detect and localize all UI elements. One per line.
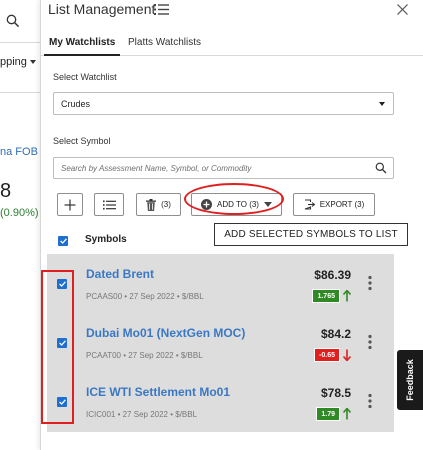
active-tab-indicator bbox=[44, 54, 120, 56]
arrow-up-icon bbox=[343, 290, 351, 302]
symbol-code: PCAAT00 bbox=[86, 351, 121, 360]
row-checkbox[interactable] bbox=[57, 397, 67, 407]
select-all-checkbox[interactable] bbox=[58, 236, 68, 246]
list-icon bbox=[102, 200, 116, 209]
tab-my-watchlists[interactable]: My Watchlists bbox=[49, 37, 115, 48]
feedback-tab[interactable]: Feedback bbox=[397, 350, 423, 410]
export-icon bbox=[304, 199, 315, 210]
symbol-code: PCAAS00 bbox=[86, 292, 123, 301]
price-change-badge: 1.79 bbox=[316, 407, 340, 421]
price-change-badge: 1.765 bbox=[312, 289, 340, 303]
fob-link[interactable]: na FOB I bbox=[0, 146, 40, 158]
shipping-dropdown[interactable]: pping bbox=[0, 56, 36, 68]
select-symbol-label: Select Symbol bbox=[53, 136, 111, 146]
add-to-button[interactable]: ADD TO (3) bbox=[191, 193, 282, 216]
symbol-search-input[interactable] bbox=[61, 161, 361, 175]
add-to-tooltip: ADD SELECTED SYMBOLS TO LIST bbox=[214, 223, 408, 246]
watchlist-select-value: Crudes bbox=[61, 99, 91, 109]
more-options-icon[interactable] bbox=[367, 275, 373, 291]
list-icon bbox=[154, 4, 169, 15]
price-change-badge: -0.65 bbox=[314, 348, 340, 362]
close-icon bbox=[396, 3, 408, 15]
symbol-code: ICIC001 bbox=[86, 410, 116, 419]
row-checkbox[interactable] bbox=[57, 338, 67, 348]
close-button[interactable] bbox=[393, 0, 411, 18]
caret-down-icon bbox=[29, 60, 36, 65]
export-button[interactable]: EXPORT (3) bbox=[293, 193, 375, 216]
symbol-price: $86.39 bbox=[314, 268, 351, 282]
symbol-name-link[interactable]: Dated Brent bbox=[86, 267, 154, 281]
divider bbox=[0, 42, 40, 43]
symbol-name-link[interactable]: Dubai Mo01 (NextGen MOC) bbox=[86, 326, 245, 340]
shipping-label: pping bbox=[0, 56, 27, 68]
more-options-icon[interactable] bbox=[367, 393, 373, 409]
row-checkbox[interactable] bbox=[57, 279, 67, 289]
symbol-date: 27 Sep 2022 bbox=[122, 410, 168, 419]
list-view-button[interactable] bbox=[94, 193, 124, 216]
symbol-list: Dated Brent PCAAS00 • 27 Sep 2022 • $/BB… bbox=[47, 254, 394, 432]
symbol-row: Dated Brent PCAAS00 • 27 Sep 2022 • $/BB… bbox=[47, 254, 394, 313]
plus-icon bbox=[64, 199, 76, 210]
search-icon[interactable] bbox=[375, 162, 387, 174]
arrow-down-icon bbox=[343, 349, 351, 361]
delete-count: (3) bbox=[161, 200, 171, 209]
symbol-price: $78.5 bbox=[320, 386, 351, 400]
symbol-date: 27 Sep 2022 bbox=[129, 292, 175, 301]
symbol-meta: PCAAT00 • 27 Sep 2022 • $/BBL bbox=[86, 351, 203, 360]
symbol-unit: $/BBL bbox=[175, 410, 198, 419]
symbol-date: 27 Sep 2022 bbox=[128, 351, 174, 360]
symbol-row: ICE WTI Settlement Mo01 ICIC001 • 27 Sep… bbox=[47, 372, 394, 431]
list-management-panel: List Management My Watchlists Platts Wat… bbox=[40, 0, 423, 450]
symbol-row: Dubai Mo01 (NextGen MOC) PCAAT00 • 27 Se… bbox=[47, 313, 394, 372]
symbol-unit: $/BBL bbox=[181, 292, 204, 301]
tab-platts-watchlists[interactable]: Platts Watchlists bbox=[128, 37, 201, 48]
caret-down-icon bbox=[379, 102, 385, 106]
select-watchlist-label: Select Watchlist bbox=[53, 72, 117, 82]
export-label: EXPORT (3) bbox=[319, 200, 365, 209]
symbol-name-link[interactable]: ICE WTI Settlement Mo01 bbox=[86, 385, 230, 399]
add-to-label: ADD TO (3) bbox=[217, 200, 259, 209]
symbol-meta: ICIC001 • 27 Sep 2022 • $/BBL bbox=[86, 410, 198, 419]
more-options-icon[interactable] bbox=[367, 334, 373, 350]
watchlist-select[interactable]: Crudes bbox=[53, 92, 394, 115]
arrow-up-icon bbox=[343, 408, 351, 420]
symbol-price: $84.2 bbox=[320, 327, 351, 341]
caret-down-icon bbox=[263, 202, 272, 207]
price-value: 8 bbox=[0, 180, 12, 202]
background-app: pping na FOB I 8 (0.90%) bbox=[0, 0, 40, 450]
feedback-label: Feedback bbox=[405, 359, 415, 401]
price-change: (0.90%) bbox=[0, 207, 39, 219]
symbol-unit: $/BBL bbox=[180, 351, 203, 360]
divider bbox=[0, 92, 40, 93]
delete-button[interactable]: (3) bbox=[136, 193, 181, 216]
symbols-column-header: Symbols bbox=[85, 234, 127, 245]
trash-icon bbox=[146, 198, 157, 211]
checkmark-icon bbox=[58, 399, 66, 405]
search-icon[interactable] bbox=[6, 14, 20, 28]
plus-circle-icon bbox=[201, 199, 213, 210]
watchlist-tabs: My Watchlists Platts Watchlists bbox=[41, 30, 423, 56]
add-symbol-button[interactable] bbox=[57, 193, 83, 216]
checkmark-icon bbox=[58, 340, 66, 346]
symbol-search-box bbox=[53, 157, 394, 179]
checkmark-icon bbox=[59, 238, 67, 244]
symbol-meta: PCAAS00 • 27 Sep 2022 • $/BBL bbox=[86, 292, 204, 301]
checkmark-icon bbox=[58, 281, 66, 287]
panel-title: List Management bbox=[48, 1, 156, 17]
